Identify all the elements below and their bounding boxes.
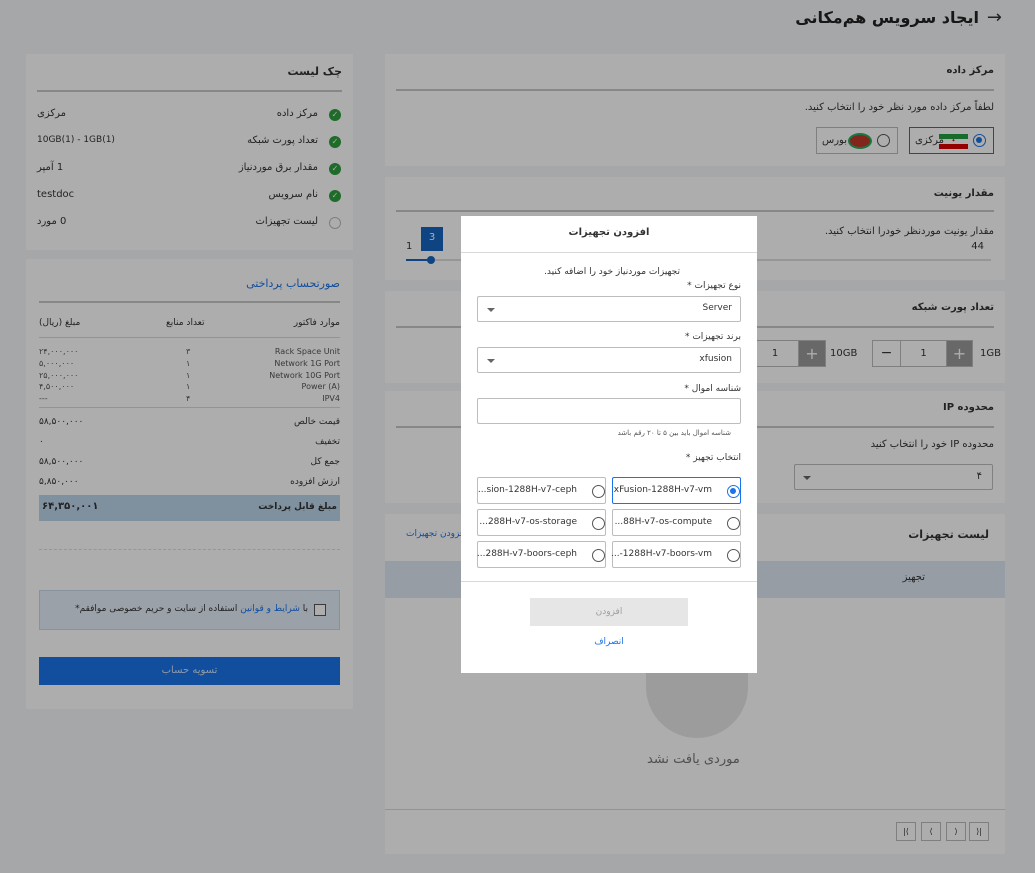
device-option-label: ...288H-v7-os-storage [479, 517, 577, 527]
device-radio[interactable] [592, 485, 605, 498]
asset-id-input[interactable] [477, 398, 741, 424]
device-option-label: ...sion-1288H-v7-ceph [477, 485, 577, 495]
device-radio[interactable] [727, 549, 740, 562]
device-radio[interactable] [592, 549, 605, 562]
device-option[interactable]: ...288H-v7-boors-ceph [477, 541, 606, 568]
asset-label: شناسه اموال * [684, 384, 741, 394]
device-option-label: xFusion-1288H-v7-vm [613, 485, 712, 495]
brand-select-value: xfusion [699, 354, 732, 364]
device-option-label: ...-1288H-v7-boors-vm [610, 549, 712, 559]
device-radio[interactable] [727, 517, 740, 530]
device-label: انتخاب تجهیز * [685, 453, 741, 463]
device-option[interactable]: ...sion-1288H-v7-ceph [477, 477, 606, 504]
type-select[interactable]: Server [477, 296, 741, 322]
device-option-label: ...288H-v7-boors-ceph [476, 549, 577, 559]
asset-help-text: شناسه اموال باید بین ۵ تا ۲۰ رقم باشد [617, 429, 731, 437]
device-option[interactable]: ...288H-v7-os-storage [477, 509, 606, 536]
type-label: نوع تجهیزات * [687, 281, 741, 291]
modal-add-button[interactable]: افزودن [530, 598, 688, 626]
chevron-down-icon [487, 308, 495, 312]
brand-select[interactable]: xfusion [477, 347, 741, 373]
device-option[interactable]: xFusion-1288H-v7-vm [612, 477, 741, 504]
modal-title: افزودن تجهیزات [568, 227, 650, 238]
chevron-down-icon [487, 359, 495, 363]
add-equipment-modal: افزودن تجهیزات تجهیزات موردنیاز خود را ا… [461, 216, 757, 673]
type-select-value: Server [702, 303, 732, 313]
modal-cancel-button[interactable]: انصراف [461, 637, 757, 647]
device-option[interactable]: ...88H-v7-os-compute [612, 509, 741, 536]
device-option-label: ...88H-v7-os-compute [614, 517, 712, 527]
device-radio[interactable] [727, 485, 740, 498]
brand-label: برند تجهیزات * [684, 332, 741, 342]
device-radio[interactable] [592, 517, 605, 530]
modal-hint: تجهیزات موردنیاز خود را اضافه کنید. [544, 267, 680, 277]
device-option[interactable]: ...-1288H-v7-boors-vm [610, 541, 741, 568]
